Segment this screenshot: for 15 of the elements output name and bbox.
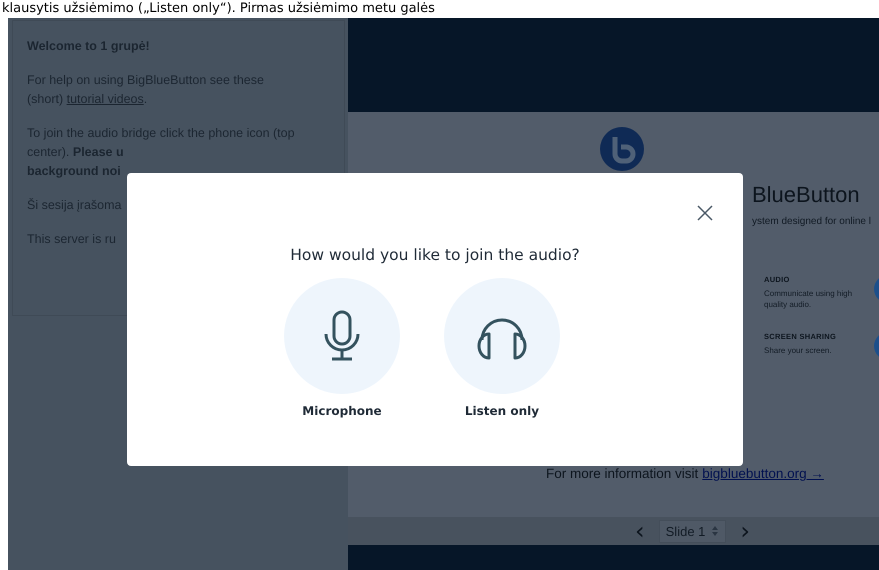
close-button[interactable] (697, 205, 713, 221)
slide-title: BlueButton (752, 182, 861, 208)
logo-icon (599, 126, 645, 172)
info-text: For more information visit (546, 466, 698, 481)
close-icon (697, 205, 713, 221)
previous-slide-button[interactable]: ‹ (631, 519, 649, 543)
feature-text: Share your screen. (764, 345, 833, 356)
next-slide-button[interactable]: › (736, 519, 754, 543)
slide-subtitle: ystem designed for online l (752, 216, 871, 227)
website-link[interactable]: bigbluebutton.org → (702, 466, 824, 481)
spinner-icon (711, 525, 720, 537)
slide-select[interactable]: Slide 1 (658, 520, 726, 542)
feature-text: Communicate using high quality audio. (764, 288, 854, 310)
caption-text: klausytis užsiėmimo („Listen only“). Pirmas užsiėmimo metu galės (1, 0, 436, 18)
dialog-title: How would you like to join the audio? (290, 246, 580, 264)
